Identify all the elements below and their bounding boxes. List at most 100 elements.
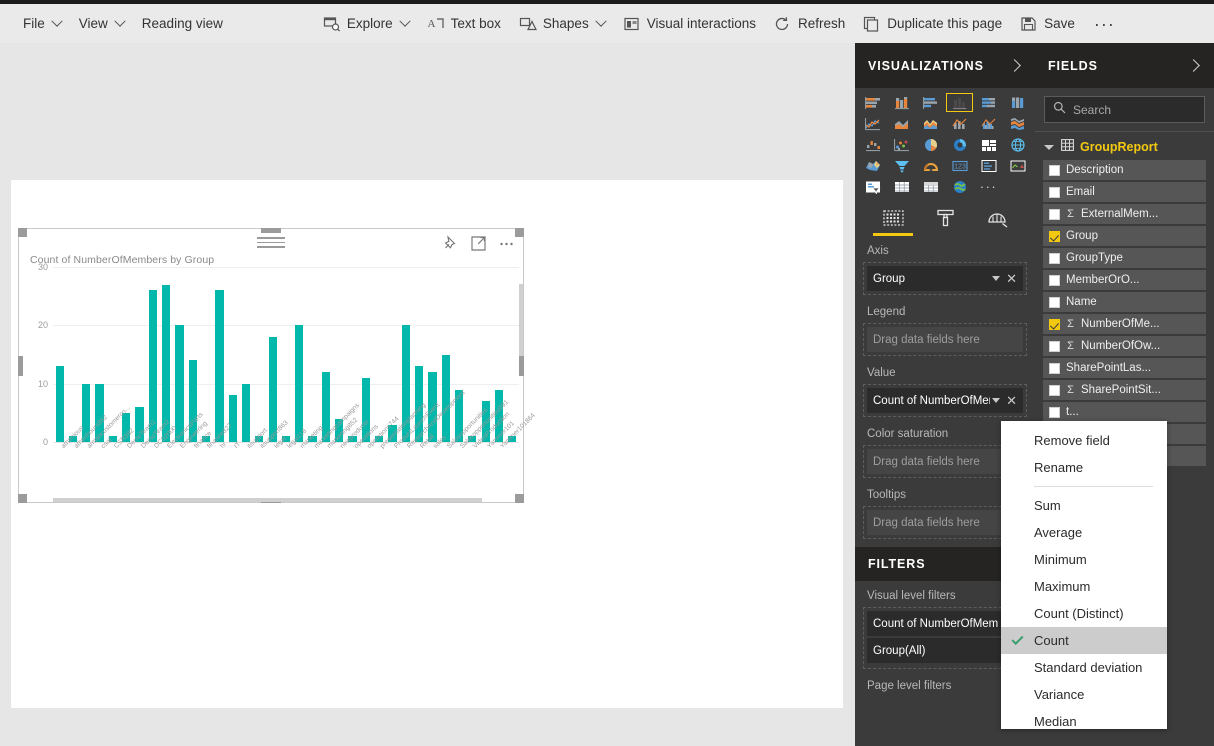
stacked-area-chart-icon[interactable] <box>917 114 944 133</box>
field-row[interactable]: ΣNumberOfMe... <box>1043 314 1206 334</box>
remove-axis-field-icon[interactable]: ✕ <box>1006 272 1017 285</box>
report-page[interactable]: Count of NumberOfMembers by Group 302010… <box>11 180 843 708</box>
axis-well[interactable]: Group ✕ <box>863 262 1027 295</box>
more-options-icon[interactable] <box>498 235 515 252</box>
tab-analytics[interactable] <box>977 202 1017 236</box>
100-stacked-bar-chart-icon[interactable] <box>975 93 1002 112</box>
field-row[interactable]: Email <box>1043 182 1206 202</box>
bar-slot[interactable] <box>452 267 465 442</box>
bar-slot[interactable] <box>293 267 306 442</box>
stacked-bar-chart-icon[interactable] <box>859 93 886 112</box>
scatter-chart-icon[interactable] <box>888 135 915 154</box>
field-row[interactable]: Group <box>1043 226 1206 246</box>
ribbon-chart-icon[interactable] <box>1004 114 1031 133</box>
chart-bar[interactable] <box>215 290 223 442</box>
chart-vertical-scrollbar[interactable] <box>519 284 523 404</box>
context-menu-item[interactable]: Count <box>1001 627 1167 654</box>
stacked-column-chart-icon[interactable] <box>888 93 915 112</box>
focus-mode-icon[interactable] <box>470 235 487 252</box>
filter-pill[interactable]: Group(All) <box>867 638 1023 663</box>
slicer-icon[interactable] <box>859 177 886 196</box>
clustered-column-chart-icon[interactable] <box>946 93 973 112</box>
chart-bar[interactable] <box>269 337 277 442</box>
field-row[interactable]: GroupType <box>1043 248 1206 268</box>
shapes-button[interactable]: Shapes <box>510 12 614 36</box>
clustered-bar-chart-icon[interactable] <box>917 93 944 112</box>
bar-slot[interactable] <box>173 267 186 442</box>
field-row[interactable]: t... <box>1043 402 1206 422</box>
more-visuals-icon[interactable]: ··· <box>975 177 1002 196</box>
field-checkbox-checked[interactable] <box>1049 319 1060 330</box>
fields-search-box[interactable] <box>1044 96 1205 123</box>
bar-slot[interactable] <box>253 267 266 442</box>
context-menu-item[interactable]: Sum <box>1001 492 1167 519</box>
collapse-fields-icon[interactable] <box>1187 59 1200 72</box>
chart-bar[interactable] <box>229 395 237 442</box>
field-checkbox[interactable] <box>1049 253 1060 264</box>
bar-slot[interactable] <box>226 267 239 442</box>
100-stacked-column-chart-icon[interactable] <box>1004 93 1031 112</box>
waterfall-chart-icon[interactable] <box>859 135 886 154</box>
bar-slot[interactable] <box>319 267 332 442</box>
matrix-icon[interactable] <box>917 177 944 196</box>
ribbon-more-button[interactable]: ··· <box>1084 15 1125 33</box>
filter-pill[interactable]: Count of NumberOfMem <box>867 611 1023 636</box>
globe-map-icon[interactable] <box>946 177 973 196</box>
tab-fields[interactable] <box>873 202 913 236</box>
aggregation-context-menu[interactable]: Remove fieldRenameSumAverageMinimumMaxim… <box>1001 421 1167 729</box>
area-chart-icon[interactable] <box>888 114 915 133</box>
collapse-visualizations-icon[interactable] <box>1008 59 1021 72</box>
map-icon[interactable] <box>1004 135 1031 154</box>
visual-interactions-button[interactable]: Visual interactions <box>614 12 765 36</box>
chart-bar[interactable] <box>442 355 450 443</box>
bar-slot[interactable] <box>80 267 93 442</box>
bar-slot[interactable] <box>146 267 159 442</box>
view-menu-button[interactable]: View <box>70 13 133 35</box>
filled-map-icon[interactable] <box>859 156 886 175</box>
text-box-button[interactable]: A Text box <box>418 12 510 36</box>
field-row[interactable]: ΣExternalMem... <box>1043 204 1206 224</box>
bar-slot[interactable] <box>213 267 226 442</box>
pie-chart-icon[interactable] <box>917 135 944 154</box>
field-row[interactable]: ΣNumberOfOw... <box>1043 336 1206 356</box>
context-menu-item[interactable]: Rename <box>1001 454 1167 481</box>
gauge-icon[interactable] <box>917 156 944 175</box>
funnel-icon[interactable] <box>888 156 915 175</box>
pin-icon[interactable] <box>442 235 459 252</box>
value-field-pill[interactable]: Count of NumberOfMen ✕ <box>867 388 1023 413</box>
field-checkbox[interactable] <box>1049 341 1060 352</box>
chart-horizontal-scrollbar[interactable] <box>53 498 519 502</box>
bar-slot[interactable] <box>53 267 66 442</box>
reading-view-button[interactable]: Reading view <box>133 13 232 35</box>
kpi-icon[interactable] <box>1004 156 1031 175</box>
table-icon[interactable] <box>888 177 915 196</box>
bar-slot[interactable] <box>66 267 79 442</box>
card-icon[interactable]: 123 <box>946 156 973 175</box>
field-row[interactable]: SharePointLas... <box>1043 358 1206 378</box>
line-chart-icon[interactable] <box>859 114 886 133</box>
file-menu-button[interactable]: File <box>14 13 70 35</box>
treemap-icon[interactable] <box>975 135 1002 154</box>
axis-field-pill[interactable]: Group ✕ <box>867 266 1023 291</box>
field-row[interactable]: Description <box>1043 160 1206 180</box>
context-menu-item[interactable]: Remove field <box>1001 427 1167 454</box>
refresh-button[interactable]: Refresh <box>765 12 854 36</box>
value-well[interactable]: Count of NumberOfMen ✕ <box>863 384 1027 417</box>
field-row[interactable]: MemberOrO... <box>1043 270 1206 290</box>
multi-row-card-icon[interactable] <box>975 156 1002 175</box>
field-checkbox[interactable] <box>1049 297 1060 308</box>
save-button[interactable]: Save <box>1011 12 1084 36</box>
fields-table-header[interactable]: GroupReport <box>1035 136 1214 160</box>
context-menu-item[interactable]: Variance <box>1001 681 1167 708</box>
field-checkbox[interactable] <box>1049 165 1060 176</box>
drag-handle-icon[interactable] <box>257 237 285 246</box>
line-and-stacked-column-chart-icon[interactable] <box>946 114 973 133</box>
remove-value-field-icon[interactable]: ✕ <box>1006 394 1017 407</box>
chevron-down-icon[interactable] <box>992 276 1000 281</box>
bar-slot[interactable] <box>306 267 319 442</box>
field-row[interactable]: ΣSharePointSit... <box>1043 380 1206 400</box>
chart-bar[interactable] <box>242 384 250 442</box>
search-input[interactable] <box>1073 103 1196 117</box>
donut-chart-icon[interactable] <box>946 135 973 154</box>
chart-bar[interactable] <box>175 325 183 442</box>
